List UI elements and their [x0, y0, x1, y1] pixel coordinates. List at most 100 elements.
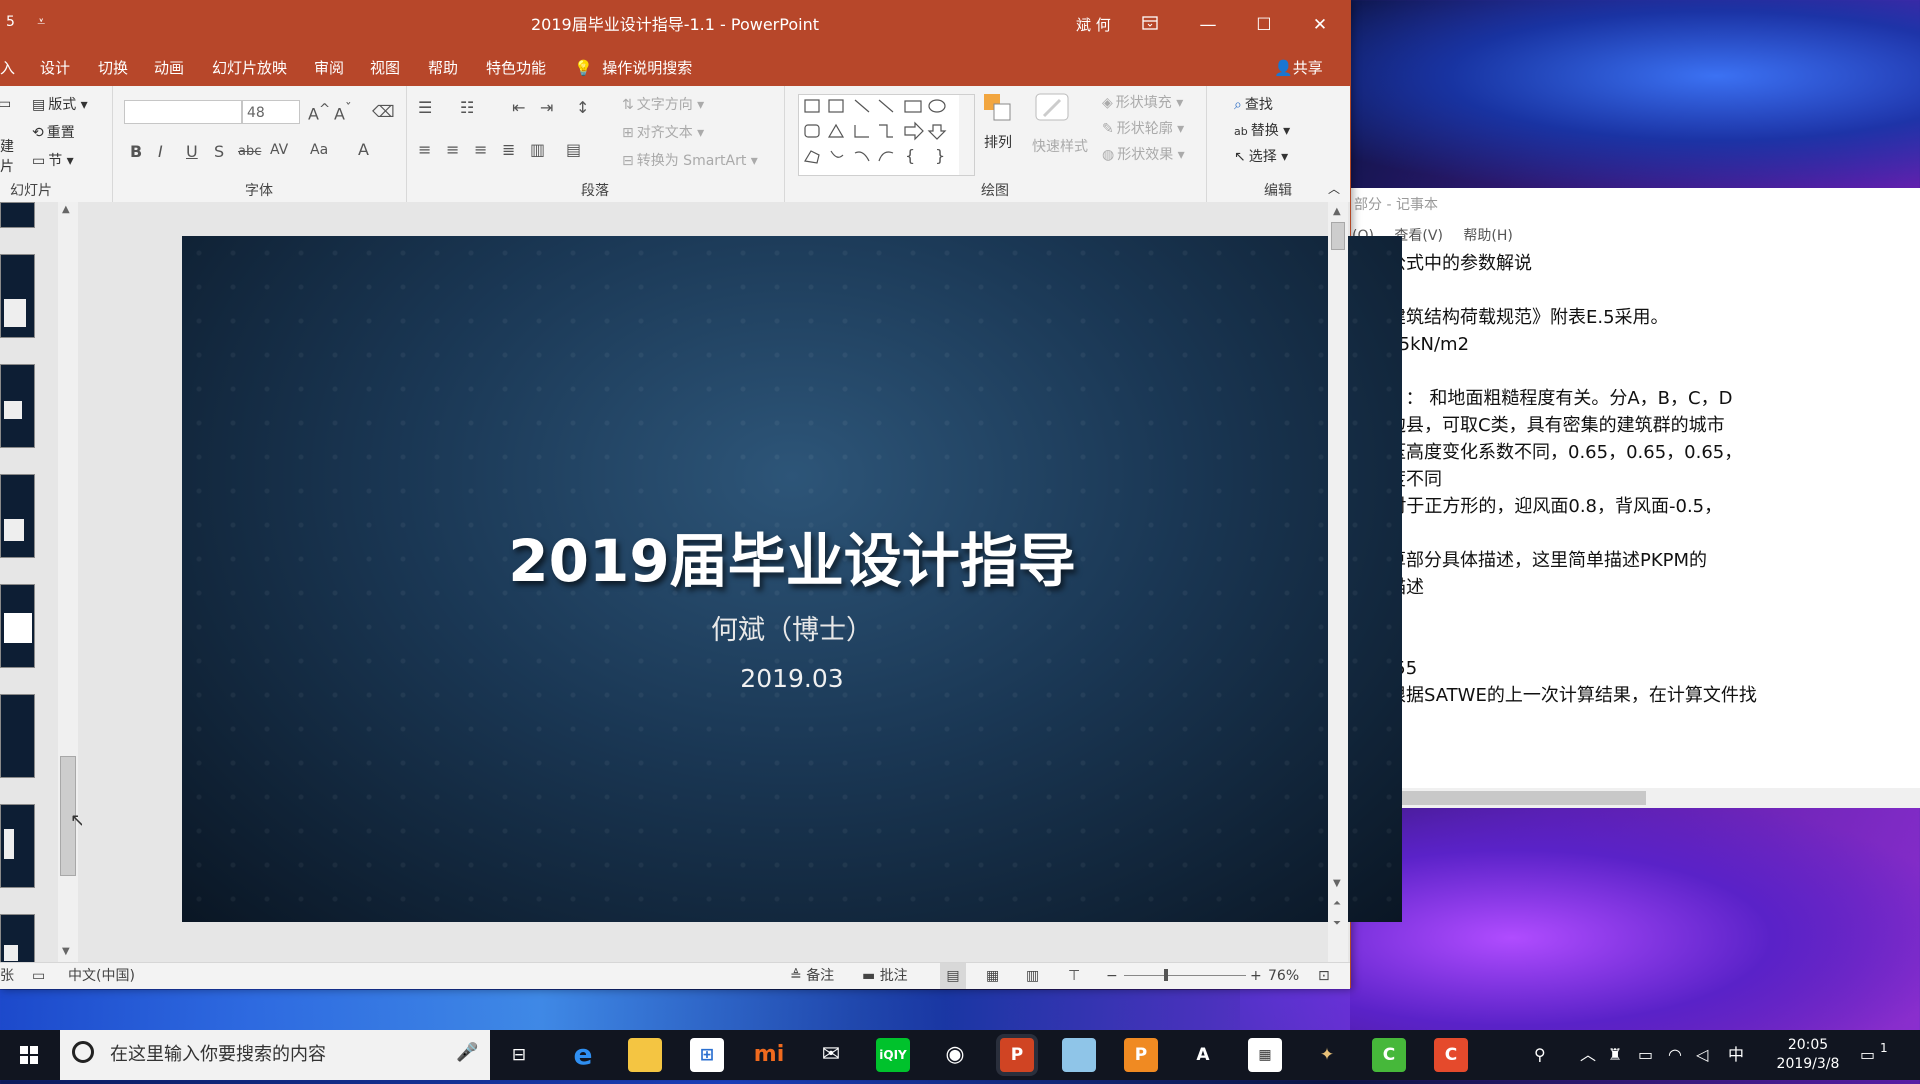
numbering-icon[interactable]: ☷: [460, 98, 474, 117]
bold-button[interactable]: B: [130, 142, 142, 161]
decrease-indent-icon[interactable]: ⇤: [512, 98, 525, 117]
reset-button[interactable]: ⟲ 重置: [32, 122, 75, 142]
italic-button[interactable]: I: [158, 142, 163, 161]
acrobat-icon[interactable]: A: [1186, 1038, 1220, 1072]
next-slide-icon[interactable]: ⏷: [1333, 918, 1341, 929]
edge-icon[interactable]: e: [566, 1038, 600, 1072]
slide-date[interactable]: 2019.03: [182, 664, 1402, 693]
store-icon[interactable]: ⊞: [690, 1038, 724, 1072]
slide-thumbnail[interactable]: [0, 914, 35, 964]
powerpoint-window[interactable]: 5 ⩡ 2019届毕业设计指导-1.1 - PowerPoint 斌 何 — ☐…: [0, 0, 1402, 989]
tab-help[interactable]: 帮助: [428, 50, 458, 86]
slide-thumbnail[interactable]: [0, 694, 35, 778]
ribbon-display-options-icon[interactable]: [1122, 0, 1178, 50]
ime-indicator[interactable]: 中: [1728, 1030, 1744, 1080]
thumbnail-scrollbar[interactable]: ▲ ▼: [58, 202, 78, 962]
shape-effects-button[interactable]: ◍ 形状效果 ▾: [1102, 144, 1185, 164]
align-center-icon[interactable]: ≡: [446, 140, 459, 159]
notepad-text-area[interactable]: 计算公式中的参数解说 在《建筑结构荷载规范》附表E.5采用。 为0.55kN/m…: [1350, 250, 1920, 778]
slideshow-icon[interactable]: ⊤: [1068, 963, 1080, 989]
slide-thumbnail-panel[interactable]: ▲ ▼ ↖: [0, 202, 85, 964]
notes-button[interactable]: ≜ 备注: [790, 963, 834, 989]
fit-to-window-icon[interactable]: ⊡: [1318, 963, 1330, 989]
comments-button[interactable]: ▬ 批注: [862, 963, 908, 989]
clear-format-icon[interactable]: ⌫: [372, 102, 395, 121]
wechat-icon[interactable]: ◉: [938, 1038, 972, 1072]
find-button[interactable]: ⌕ 查找: [1234, 94, 1273, 114]
font-color-button[interactable]: A: [358, 140, 369, 159]
change-case-button[interactable]: Aa: [310, 142, 328, 158]
tab-special-features[interactable]: 特色功能: [486, 50, 546, 86]
game-icon[interactable]: ✦: [1310, 1038, 1344, 1072]
char-spacing-button[interactable]: AV: [270, 142, 288, 158]
zoom-slider[interactable]: [1124, 969, 1246, 981]
network-icon[interactable]: ◠: [1668, 1030, 1682, 1080]
align-text-button[interactable]: ⊞ 对齐文本 ▾: [622, 122, 704, 142]
convert-smartart-button[interactable]: ⊟ 转换为 SmartArt ▾: [622, 150, 758, 170]
shrink-font-icon[interactable]: Aˇ: [334, 102, 352, 123]
slide-sorter-icon[interactable]: ▦: [986, 963, 999, 989]
replace-button[interactable]: ab 替换 ▾: [1234, 120, 1290, 140]
microphone-icon[interactable]: 🎤: [456, 1042, 478, 1063]
tab-transitions[interactable]: 切换: [98, 50, 128, 86]
language-indicator[interactable]: 中文(中国): [68, 963, 135, 989]
spellcheck-icon[interactable]: ▭: [32, 963, 45, 989]
scroll-down-icon[interactable]: ▼: [62, 946, 70, 957]
collapse-ribbon-icon[interactable]: ︿: [1328, 180, 1340, 197]
people-icon[interactable]: ⚲: [1534, 1030, 1546, 1080]
arrange-icon[interactable]: [982, 92, 1016, 132]
tab-review[interactable]: 审阅: [314, 50, 344, 86]
previous-slide-icon[interactable]: ⏶: [1333, 898, 1341, 909]
slide-thumbnail[interactable]: [0, 474, 35, 558]
current-slide[interactable]: 2019届毕业设计指导 何斌（博士） 2019.03: [182, 236, 1402, 922]
scrollbar-thumb[interactable]: [1331, 222, 1345, 250]
tab-slideshow[interactable]: 幻灯片放映: [212, 50, 287, 86]
tell-me-search[interactable]: 💡 操作说明搜索: [574, 50, 692, 86]
tab-view[interactable]: 视图: [370, 50, 400, 86]
quick-styles-icon[interactable]: [1032, 92, 1072, 132]
title-bar[interactable]: 5 ⩡ 2019届毕业设计指导-1.1 - PowerPoint 斌 何 — ☐…: [0, 0, 1350, 50]
arrange-button[interactable]: 排列: [984, 132, 1012, 152]
slide-editing-area[interactable]: 2019届毕业设计指导 何斌（博士） 2019.03 ▲ ▼ ⏶ ⏷: [82, 202, 1402, 962]
new-slide-label-2[interactable]: 片: [0, 156, 14, 176]
shapes-gallery[interactable]: { }: [798, 94, 975, 176]
camtasia-recorder-icon[interactable]: C: [1434, 1038, 1468, 1072]
action-center-icon[interactable]: ▭: [1860, 1030, 1875, 1080]
font-size-input[interactable]: 48: [242, 100, 300, 124]
slide-thumbnail[interactable]: [0, 584, 35, 668]
iqiyi-icon[interactable]: iQIY: [876, 1038, 910, 1072]
slide-thumbnail[interactable]: [0, 804, 35, 888]
mail-icon[interactable]: ✉: [814, 1038, 848, 1072]
quick-styles-button[interactable]: 快速样式: [1032, 136, 1088, 156]
font-name-input[interactable]: [124, 100, 242, 124]
line-spacing-icon[interactable]: ↕: [576, 98, 589, 117]
file-explorer-icon[interactable]: [628, 1038, 662, 1072]
scroll-up-icon[interactable]: ▲: [1333, 206, 1341, 217]
mi-icon[interactable]: mi: [752, 1038, 786, 1072]
new-slide-label[interactable]: 建: [0, 136, 14, 156]
user-name[interactable]: 斌 何: [1076, 14, 1111, 35]
shape-fill-button[interactable]: ◈ 形状填充 ▾: [1102, 92, 1183, 112]
minimize-button[interactable]: —: [1180, 0, 1236, 50]
text-direction-button[interactable]: ⇅ 文字方向 ▾: [622, 94, 704, 114]
maximize-button[interactable]: ☐: [1236, 0, 1292, 50]
slide-subtitle[interactable]: 何斌（博士）: [182, 608, 1402, 647]
shape-outline-button[interactable]: ✎ 形状轮廓 ▾: [1102, 118, 1184, 138]
bullets-icon[interactable]: ☰: [418, 98, 432, 117]
share-button[interactable]: 👤共享: [1274, 50, 1323, 86]
align-right-icon[interactable]: ≡: [474, 140, 487, 159]
justify-icon[interactable]: ≣: [502, 140, 515, 159]
grow-font-icon[interactable]: A^: [308, 102, 330, 123]
slide-thumbnail[interactable]: [0, 254, 35, 338]
show-hidden-icons[interactable]: ︿: [1580, 1030, 1596, 1080]
reading-view-icon[interactable]: ▥: [1026, 963, 1039, 989]
taskbar-search-box[interactable]: 在这里输入你要搜索的内容 🎤: [60, 1030, 490, 1080]
slide-title[interactable]: 2019届毕业设计指导: [182, 514, 1402, 598]
normal-view-icon[interactable]: ▤: [940, 963, 966, 989]
volume-icon[interactable]: ◁: [1696, 1030, 1708, 1080]
close-button[interactable]: ✕: [1292, 0, 1348, 50]
slide-vertical-scrollbar[interactable]: ▲ ▼ ⏶ ⏷: [1328, 202, 1348, 962]
start-button[interactable]: [0, 1030, 58, 1080]
scroll-up-icon[interactable]: ▲: [62, 204, 70, 215]
tab-animations[interactable]: 动画: [154, 50, 184, 86]
